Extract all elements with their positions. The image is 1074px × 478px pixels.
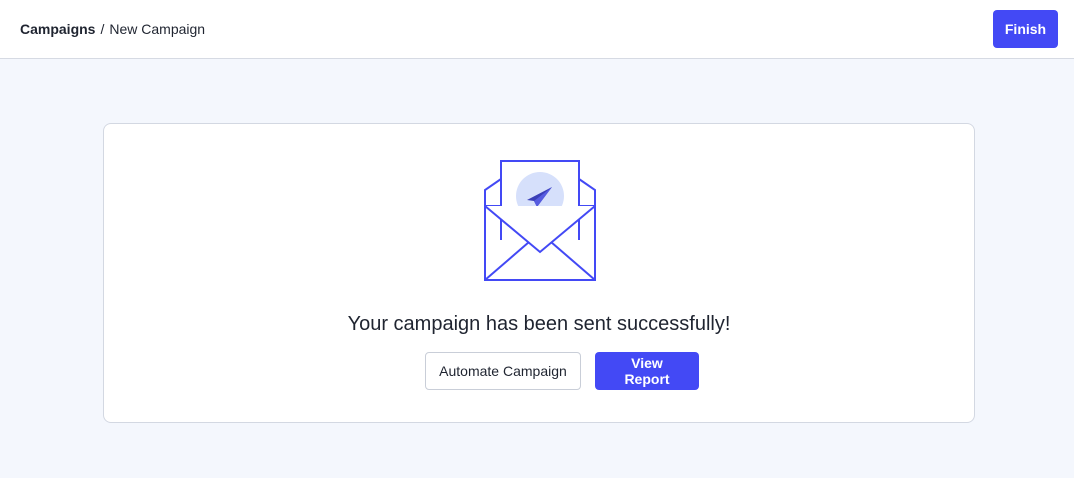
- breadcrumb-separator: /: [100, 21, 105, 37]
- success-card: Your campaign has been sent successfully…: [103, 123, 975, 423]
- action-buttons: Automate Campaign View Report: [104, 352, 974, 390]
- envelope-sent-icon: [482, 158, 600, 282]
- view-report-button[interactable]: View Report: [595, 352, 699, 390]
- finish-button[interactable]: Finish: [993, 10, 1058, 48]
- breadcrumb-campaigns-link[interactable]: Campaigns: [20, 21, 95, 37]
- top-bar: Campaigns / New Campaign Finish: [0, 0, 1074, 59]
- success-message: Your campaign has been sent successfully…: [347, 313, 731, 335]
- breadcrumb-current-page: New Campaign: [109, 21, 206, 37]
- breadcrumb: Campaigns / New Campaign: [20, 21, 205, 37]
- automate-campaign-button[interactable]: Automate Campaign: [425, 352, 581, 390]
